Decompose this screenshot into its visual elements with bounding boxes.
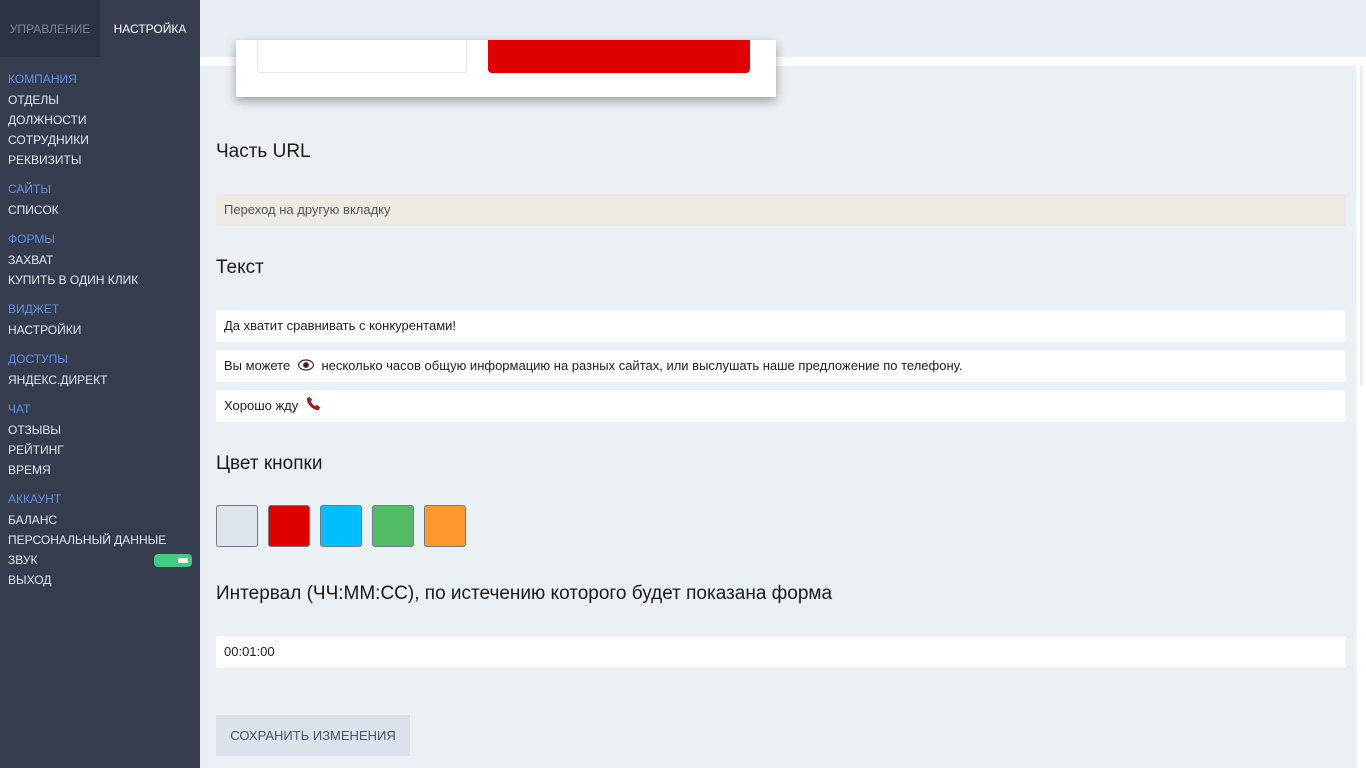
sidebar-item-departments[interactable]: ОТДЕЛЫ xyxy=(8,90,200,110)
color-swatch-orange[interactable] xyxy=(424,505,466,547)
form-preview-card xyxy=(236,40,776,97)
save-changes-button[interactable]: СОХРАНИТЬ ИЗМЕНЕНИЯ xyxy=(216,715,410,756)
url-part-field[interactable]: Переход на другую вкладку xyxy=(216,194,1346,226)
preview-phone-input[interactable] xyxy=(257,40,467,73)
nav-heading-sites: САЙТЫ xyxy=(8,182,51,196)
text-line-2-field[interactable]: Вы можете несколько часов общую информац… xyxy=(216,350,1346,382)
tab-management[interactable]: УПРАВЛЕНИЕ xyxy=(0,0,100,57)
sidebar-item-requisites[interactable]: РЕКВИЗИТЫ xyxy=(8,150,200,170)
tab-settings[interactable]: НАСТРОЙКА xyxy=(100,0,200,57)
scrollbar-thumb[interactable] xyxy=(1360,66,1363,386)
text-line-3-field[interactable]: Хорошо жду xyxy=(216,390,1346,422)
nav-section-sites: САЙТЫ СПИСОК xyxy=(8,180,200,220)
nav-section-access: ДОСТУПЫ ЯНДЕКС.ДИРЕКТ xyxy=(8,350,200,390)
nav-section-widget: ВИДЖЕТ НАСТРОЙКИ xyxy=(8,300,200,340)
sidebar-nav: КОМПАНИЯ ОТДЕЛЫ ДОЛЖНОСТИ СОТРУДНИКИ РЕК… xyxy=(0,57,200,590)
sidebar-item-sound[interactable]: ЗВУК xyxy=(8,550,200,570)
sidebar-item-widget-settings[interactable]: НАСТРОЙКИ xyxy=(8,320,200,340)
text-line-2-start: Вы можете xyxy=(224,358,291,373)
text-line-3-start: Хорошо жду xyxy=(224,398,299,413)
nav-heading-company: КОМПАНИЯ xyxy=(8,72,77,86)
sidebar-item-capture[interactable]: ЗАХВАТ xyxy=(8,250,200,270)
sidebar-item-employees[interactable]: СОТРУДНИКИ xyxy=(8,130,200,150)
nav-heading-access: ДОСТУПЫ xyxy=(8,352,68,366)
interval-label: Интервал (ЧЧ:ММ:СС), по истечению которо… xyxy=(216,583,833,604)
sidebar-item-sound-label: ЗВУК xyxy=(8,553,38,567)
text-line-1-field[interactable]: Да хватит сравнивать с конкурентами! xyxy=(216,310,1346,342)
text-label: Текст xyxy=(216,257,264,278)
nav-section-chat: ЧАТ ОТЗЫВЫ РЕЙТИНГ ВРЕМЯ xyxy=(8,400,200,480)
nav-heading-account: АККАУНТ xyxy=(8,492,62,506)
interval-field[interactable]: 00:01:00 xyxy=(216,636,1346,668)
color-swatch-green[interactable] xyxy=(372,505,414,547)
sidebar-item-one-click[interactable]: КУПИТЬ В ОДИН КЛИК xyxy=(8,270,200,290)
top-tabs: УПРАВЛЕНИЕ НАСТРОЙКА xyxy=(0,0,200,57)
sidebar-item-personal-data[interactable]: ПЕРСОНАЛЬНЫЙ ДАННЫЕ xyxy=(8,530,200,550)
nav-section-forms: ФОРМЫ ЗАХВАТ КУПИТЬ В ОДИН КЛИК xyxy=(8,230,200,290)
button-color-label: Цвет кнопки xyxy=(216,453,323,474)
sidebar-item-balance[interactable]: БАЛАНС xyxy=(8,510,200,530)
sidebar-item-rating[interactable]: РЕЙТИНГ xyxy=(8,440,200,460)
sidebar-item-list[interactable]: СПИСОК xyxy=(8,200,200,220)
sidebar: УПРАВЛЕНИЕ НАСТРОЙКА КОМПАНИЯ ОТДЕЛЫ ДОЛ… xyxy=(0,0,200,768)
phone-icon xyxy=(306,391,321,423)
toggle-knob xyxy=(178,558,188,563)
sidebar-item-yandex-direct[interactable]: ЯНДЕКС.ДИРЕКТ xyxy=(8,370,200,390)
sidebar-item-logout[interactable]: ВЫХОД xyxy=(8,570,200,590)
nav-section-company: КОМПАНИЯ ОТДЕЛЫ ДОЛЖНОСТИ СОТРУДНИКИ РЕК… xyxy=(8,70,200,170)
preview-submit-button[interactable] xyxy=(488,40,750,73)
color-swatch-blue[interactable] xyxy=(320,505,362,547)
eye-icon xyxy=(297,351,314,383)
nav-heading-widget: ВИДЖЕТ xyxy=(8,302,60,316)
nav-heading-forms: ФОРМЫ xyxy=(8,232,55,246)
nav-section-account: АККАУНТ БАЛАНС ПЕРСОНАЛЬНЫЙ ДАННЫЕ ЗВУК … xyxy=(8,490,200,590)
color-swatch-red[interactable] xyxy=(268,505,310,547)
sound-toggle[interactable] xyxy=(154,554,192,567)
sidebar-item-positions[interactable]: ДОЛЖНОСТИ xyxy=(8,110,200,130)
nav-heading-chat: ЧАТ xyxy=(8,402,31,416)
url-part-label: Часть URL xyxy=(216,141,311,162)
sidebar-item-time[interactable]: ВРЕМЯ xyxy=(8,460,200,480)
color-swatch-gray[interactable] xyxy=(216,505,258,547)
text-line-2-end: несколько часов общую информацию на разн… xyxy=(321,358,963,373)
sidebar-item-reviews[interactable]: ОТЗЫВЫ xyxy=(8,420,200,440)
